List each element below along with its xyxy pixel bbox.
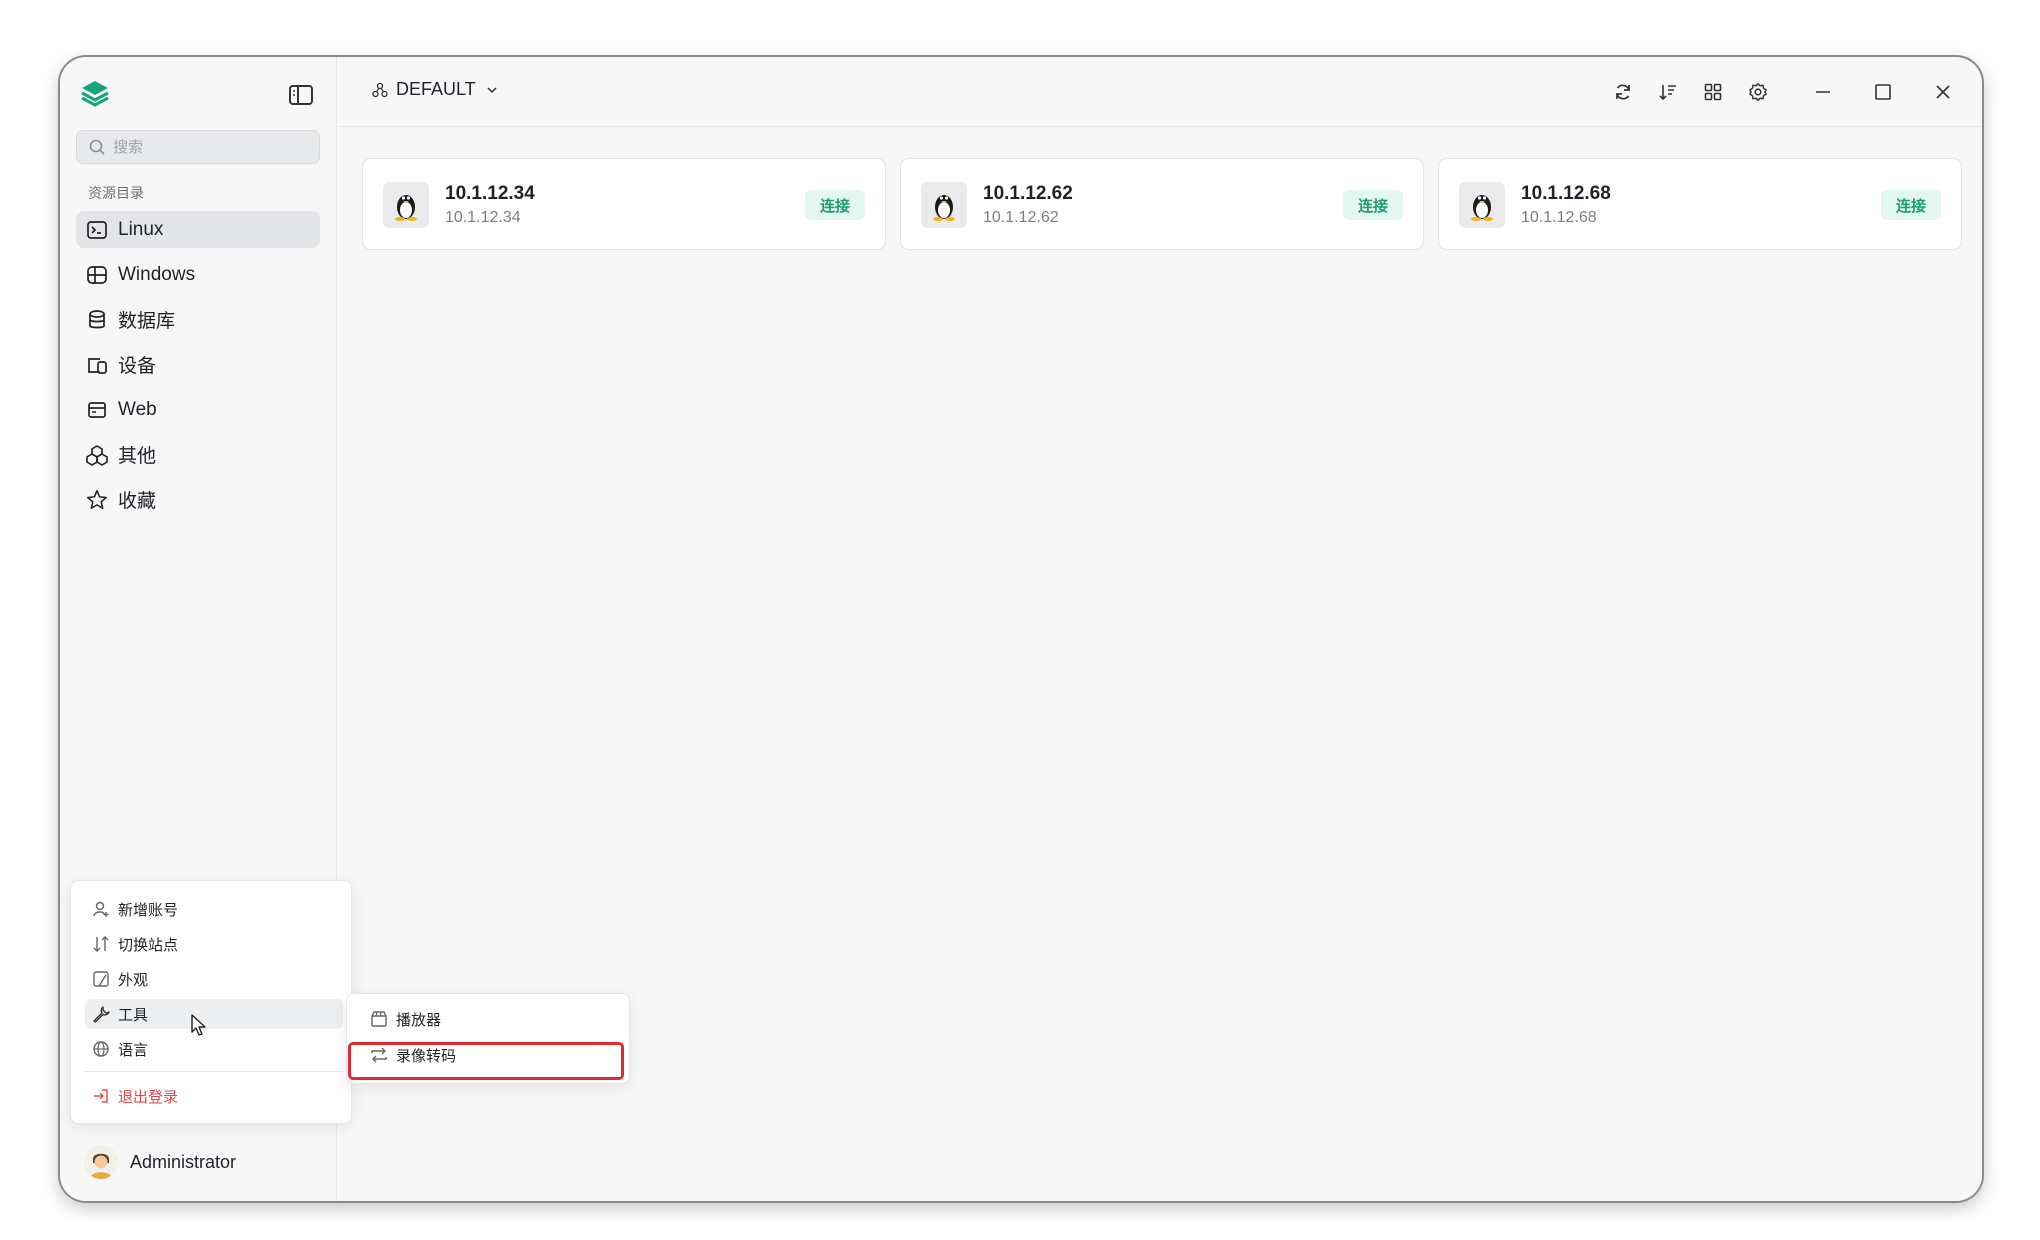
wrench-icon — [91, 1004, 111, 1024]
connect-button[interactable]: 连接 — [1881, 190, 1941, 220]
nav-label: Linux — [118, 218, 164, 240]
add-user-icon — [91, 899, 111, 919]
asset-card[interactable]: 10.1.12.62 10.1.12.62 连接 — [900, 158, 1424, 250]
nav-label: 收藏 — [118, 491, 157, 512]
nav-label: Web — [118, 398, 157, 420]
workspace-selector[interactable]: DEFAULT — [372, 79, 498, 100]
sidebar-toggle-icon[interactable] — [288, 83, 314, 107]
player-icon — [369, 1009, 389, 1029]
menu-item-language[interactable]: 语言 — [85, 1034, 343, 1064]
user-name: Administrator — [130, 1151, 237, 1172]
menu-item-add-account[interactable]: 新增账号 — [85, 894, 343, 924]
settings-button[interactable] — [1739, 75, 1777, 109]
star-icon — [86, 489, 108, 511]
linux-icon — [921, 182, 967, 228]
nav-item-favorites[interactable]: 收藏 — [76, 481, 320, 518]
maximize-button[interactable] — [1864, 75, 1902, 109]
nav-item-web[interactable]: Web — [76, 391, 320, 428]
minimize-button[interactable] — [1804, 75, 1842, 109]
workspace-icon — [372, 82, 388, 97]
asset-name: 10.1.12.68 — [1521, 183, 1611, 204]
nav-item-linux[interactable]: Linux — [76, 211, 320, 248]
mouse-cursor-icon — [191, 1014, 206, 1036]
close-button[interactable] — [1924, 75, 1962, 109]
menu-label: 外观 — [118, 971, 149, 989]
app-logo-icon — [81, 81, 109, 107]
sort-icon — [1659, 85, 1676, 101]
refresh-button[interactable] — [1604, 75, 1642, 109]
nav-item-database[interactable]: 数据库 — [76, 301, 320, 338]
grid-view-icon — [1704, 83, 1722, 101]
submenu-label: 播放器 — [396, 1011, 442, 1029]
menu-item-logout[interactable]: 退出登录 — [85, 1081, 343, 1111]
linux-icon — [1459, 182, 1505, 228]
nav-label: 设备 — [118, 356, 157, 377]
chevron-down-icon — [487, 86, 497, 93]
other-icon — [86, 444, 108, 466]
user-profile[interactable]: Administrator — [84, 1145, 236, 1179]
transcode-icon — [369, 1045, 389, 1065]
menu-item-switch-site[interactable]: 切换站点 — [85, 929, 343, 959]
menu-label: 语言 — [118, 1041, 149, 1059]
nav-item-other[interactable]: 其他 — [76, 436, 320, 473]
minimize-icon — [1816, 91, 1830, 93]
asset-host: 10.1.12.34 — [445, 209, 521, 226]
menu-label: 新增账号 — [118, 901, 179, 919]
close-icon — [1936, 85, 1950, 99]
asset-name: 10.1.12.62 — [983, 183, 1073, 204]
nav-label: 数据库 — [118, 311, 176, 332]
nav-item-windows[interactable]: Windows — [76, 256, 320, 293]
asset-host: 10.1.12.62 — [983, 209, 1059, 226]
menu-item-tools[interactable]: 工具 — [85, 999, 343, 1029]
menu-divider — [85, 1071, 343, 1072]
grid-view-button[interactable] — [1694, 75, 1732, 109]
nav-item-device[interactable]: 设备 — [76, 346, 320, 383]
menu-label: 工具 — [118, 1006, 149, 1024]
nav-label: Windows — [118, 263, 196, 285]
web-icon — [86, 399, 108, 421]
submenu-item-transcode[interactable]: 录像转码 — [363, 1040, 615, 1070]
globe-icon — [91, 1039, 111, 1059]
maximize-icon — [1875, 84, 1891, 100]
user-menu: 新增账号 切换站点 外观 工具 语言 退出登录 — [70, 880, 352, 1124]
workspace-name: DEFAULT — [396, 79, 476, 99]
database-icon — [86, 309, 108, 331]
asset-card[interactable]: 10.1.12.34 10.1.12.34 连接 — [362, 158, 886, 250]
refresh-icon — [1616, 84, 1630, 100]
switch-icon — [91, 934, 111, 954]
menu-label: 退出登录 — [118, 1088, 179, 1106]
search-icon — [89, 139, 105, 155]
asset-card[interactable]: 10.1.12.68 10.1.12.68 连接 — [1438, 158, 1962, 250]
sort-button[interactable] — [1649, 75, 1687, 109]
logout-icon — [91, 1086, 111, 1106]
submenu-label: 录像转码 — [396, 1047, 457, 1065]
windows-icon — [86, 264, 108, 286]
asset-name: 10.1.12.34 — [445, 183, 535, 204]
settings-icon — [1749, 83, 1767, 101]
connect-button[interactable]: 连接 — [805, 190, 865, 220]
search-box[interactable] — [76, 130, 320, 164]
connect-button[interactable]: 连接 — [1343, 190, 1403, 220]
terminal-icon — [86, 219, 108, 241]
section-title: 资源目录 — [88, 185, 144, 201]
search-input[interactable] — [113, 138, 303, 156]
menu-item-appearance[interactable]: 外观 — [85, 964, 343, 994]
nav-label: 其他 — [118, 446, 157, 467]
tools-submenu: 播放器 录像转码 — [346, 993, 630, 1084]
avatar — [84, 1145, 118, 1179]
appearance-icon — [91, 969, 111, 989]
top-bar: DEFAULT — [338, 57, 1982, 127]
toolbar — [1597, 75, 1962, 109]
menu-label: 切换站点 — [118, 936, 179, 954]
device-icon — [86, 354, 108, 376]
linux-icon — [383, 182, 429, 228]
submenu-item-player[interactable]: 播放器 — [363, 1004, 615, 1034]
resource-nav: Linux Windows 数据库 设备 Web 其他 收藏 — [76, 211, 320, 526]
asset-host: 10.1.12.68 — [1521, 209, 1597, 226]
